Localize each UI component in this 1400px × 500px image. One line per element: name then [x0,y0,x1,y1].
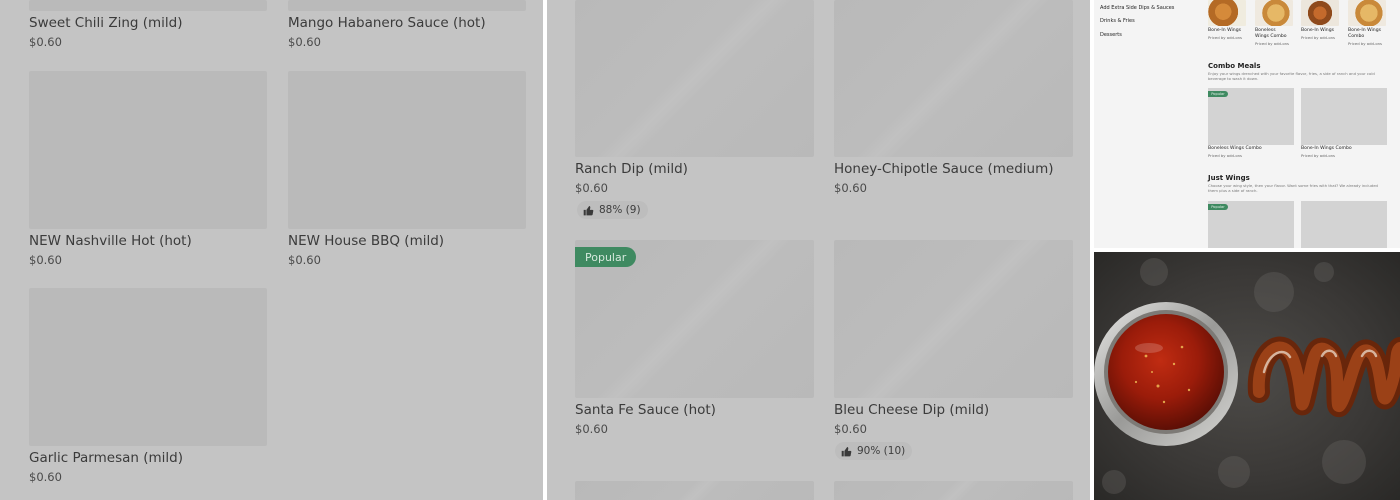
menu-item-image[interactable] [288,71,526,229]
menu-item-card[interactable]: Popular Santa Fe Sauce (hot) $0.60 [547,240,817,465]
menu-item-name[interactable]: Ranch Dip (mild) [575,161,688,177]
menu-item-image[interactable] [575,0,814,157]
menu-panel-left: Sweet Chili Zing (mild) $0.60 Mango Haba… [0,0,543,500]
menu-item-name[interactable]: NEW House BBQ (mild) [288,233,444,249]
menu-item-card[interactable]: Mango Habanero Sauce (hot) $0.60 [270,0,540,60]
rating-text: 90% (10) [857,445,906,457]
menu-item-card[interactable]: NEW Nashville Hot (hot) $0.60 [0,70,270,270]
sidebar-link[interactable]: Drinks & Fries [1100,18,1135,24]
menu-item-card[interactable]: Sweet Chili Zing (mild) $0.60 [0,0,270,60]
rating-chip: 88% (9) [577,201,648,219]
rating-chip: 90% (10) [835,442,913,460]
popular-badge: Popular [575,247,637,267]
menu-item-card[interactable]: Ranch Dip (mild) $0.60 88% (9) [547,0,817,225]
menu-item-price: $0.60 [575,422,608,436]
menu-item-price: $0.60 [29,253,62,267]
menu-item-price: $0.60 [834,422,867,436]
menu-item-name[interactable]: Sweet Chili Zing (mild) [29,15,183,31]
sidebar-link[interactable]: Desserts [1100,32,1122,38]
menu-item-price: $0.60 [29,470,62,484]
menu-item-card[interactable]: Honey-Chipotle Sauce (medium) $0.60 [817,0,1087,225]
menu-item-thumbnail[interactable] [1208,0,1246,26]
mini-item-name[interactable]: Bone-In Wings Combo [1301,146,1352,152]
sauce-photo [1094,252,1400,500]
menu-item-price: $0.60 [288,253,321,267]
popular-badge: Popular [1208,204,1228,210]
menu-item-name[interactable]: Garlic Parmesan (mild) [29,450,183,466]
menu-item-price: $0.60 [575,181,608,195]
rating-text: 88% (9) [599,204,641,216]
mini-item-sub: Priced by add-ons [1348,41,1383,46]
menu-item-image[interactable] [288,0,526,11]
sidebar-link[interactable]: Add Extra Side Dips & Sauces [1100,5,1174,11]
section-description: Choose your wing style, then your flavor… [1208,183,1378,193]
section-description: Enjoy your wings drenched with your favo… [1208,71,1375,81]
sauce-cup-image [1094,252,1400,500]
menu-item-image[interactable] [29,71,267,229]
menu-item-name[interactable]: Honey-Chipotle Sauce (medium) [834,161,1054,177]
mini-item-sub: Priced by add-ons [1208,153,1243,158]
menu-item-card[interactable]: Garlic Parmesan (mild) $0.60 [0,287,270,487]
menu-item-name[interactable]: Bleu Cheese Dip (mild) [834,402,989,418]
mini-item-sub: Priced by add-ons [1301,153,1336,158]
section-title: Combo Meals [1208,62,1261,70]
mini-item-sub: Priced by add-ons [1255,41,1290,46]
menu-item-thumbnail[interactable] [1348,0,1386,26]
menu-item-card[interactable]: Bleu Cheese Dip (mild) $0.60 90% (10) [817,240,1087,465]
mini-item-name[interactable]: Bone-In Wings Combo [1348,28,1382,39]
menu-item-thumbnail[interactable] [1301,201,1387,248]
menu-item-price: $0.60 [288,35,321,49]
mini-item-sub: Priced by add-ons [1301,35,1336,40]
menu-item-image[interactable] [834,240,1073,398]
menu-item-image[interactable] [834,0,1073,157]
mini-item-sub: Priced by add-ons [1208,35,1243,40]
menu-item-image[interactable] [834,481,1073,500]
menu-item-price: $0.60 [29,35,62,49]
menu-item-name[interactable]: Mango Habanero Sauce (hot) [288,15,486,31]
menu-item-name[interactable]: NEW Nashville Hot (hot) [29,233,192,249]
menu-item-price: $0.60 [834,181,867,195]
thumbs-up-icon [583,205,594,215]
menu-item-thumbnail[interactable] [1301,0,1339,26]
mini-menu-screenshot: Add Extra Side Dips & Sauces Drinks & Fr… [1094,0,1400,248]
mini-item-name[interactable]: Bone-In Wings [1208,28,1241,34]
mini-item-name[interactable]: Boneless Wings Combo [1255,28,1289,39]
menu-item-thumbnail[interactable] [1255,0,1293,26]
popular-badge: Popular [1208,91,1228,97]
menu-item-image[interactable] [29,0,267,11]
mini-item-name[interactable]: Boneless Wings Combo [1208,146,1262,152]
section-title: Just Wings [1208,174,1250,182]
thumbs-up-icon [841,446,852,456]
menu-item-thumbnail[interactable] [1301,88,1387,145]
menu-item-image[interactable] [29,288,267,446]
menu-item-image[interactable] [575,481,814,500]
menu-item-card[interactable]: NEW House BBQ (mild) $0.60 [270,70,540,270]
mini-item-name[interactable]: Bone-In Wings [1301,28,1334,34]
menu-panel-middle: Ranch Dip (mild) $0.60 88% (9) Honey-Chi… [547,0,1090,500]
menu-item-name[interactable]: Santa Fe Sauce (hot) [575,402,716,418]
